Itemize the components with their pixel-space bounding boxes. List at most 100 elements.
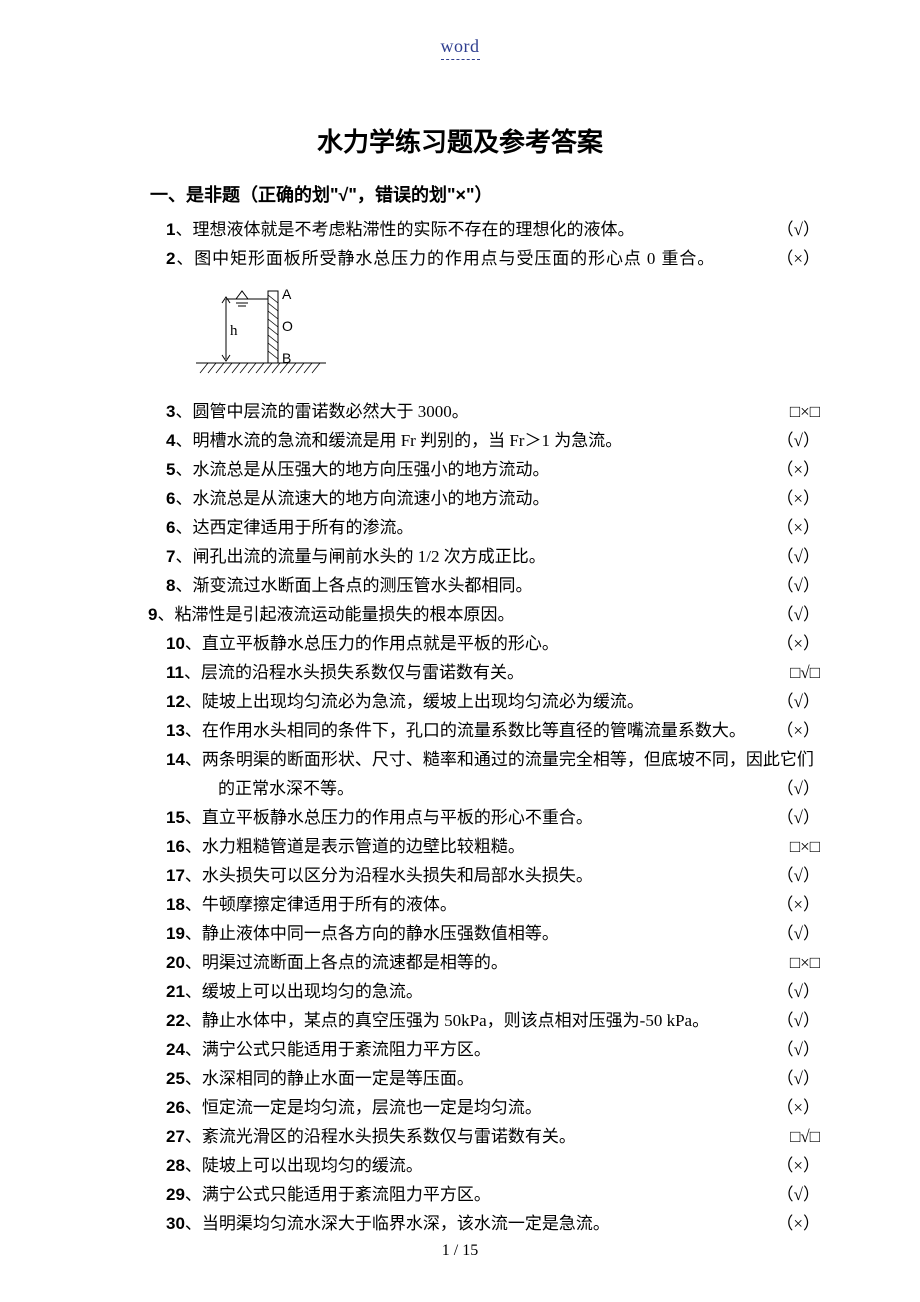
question-body: 直立平板静水总压力的作用点就是平板的形心。: [202, 634, 559, 653]
answer-mark: （×）: [756, 1210, 820, 1237]
question-body: 紊流光滑区的沿程水头损失系数仅与雷诺数有关。: [202, 1127, 576, 1146]
question-row: 18、牛顿摩擦定律适用于所有的液体。 （×）: [166, 890, 820, 919]
answer-mark: （×）: [756, 630, 820, 657]
question-body: 圆管中层流的雷诺数必然大于 3000。: [192, 402, 468, 421]
question-body: 陡坡上可以出现均匀的缓流。: [202, 1156, 423, 1175]
question-text: 6、水流总是从流速大的地方向流速小的地方流动。: [166, 485, 756, 512]
question-body: 静止液体中同一点各方向的静水压强数值相等。: [202, 924, 559, 943]
question-row: 22、静止水体中，某点的真空压强为 50kPa，则该点相对压强为-50 kPa。…: [166, 1006, 820, 1035]
answer-mark: □√□: [770, 1123, 820, 1150]
question-row: 27、紊流光滑区的沿程水头损失系数仅与雷诺数有关。 □√□: [166, 1122, 820, 1151]
question-body: 水头损失可以区分为沿程水头损失和局部水头损失。: [202, 866, 593, 885]
answer-mark: （√）: [757, 775, 820, 802]
question-text: 8、渐变流过水断面上各点的测压管水头都相同。: [166, 572, 757, 599]
question-number: 30: [166, 1214, 185, 1233]
question-text: 30、当明渠均匀流水深大于临界水深，该水流一定是急流。: [166, 1210, 756, 1237]
question-row: 13、在作用水头相同的条件下，孔口的流量系数比等直径的管嘴流量系数大。 （×）: [166, 716, 820, 745]
question-row: 10、直立平板静水总压力的作用点就是平板的形心。 （×）: [166, 629, 820, 658]
question-row: 20、明渠过流断面上各点的流速都是相等的。 □×□: [166, 948, 820, 977]
question-number: 17: [166, 866, 185, 885]
answer-mark: （√）: [757, 862, 820, 889]
diagram-label-h: h: [230, 323, 238, 339]
diagram-figure: h A O B: [166, 273, 820, 397]
question-body: 明槽水流的急流和缓流是用 Fr 判别的，当 Fr＞1 为急流。: [192, 431, 622, 450]
question-number: 21: [166, 982, 185, 1001]
diagram-label-A: A: [282, 286, 292, 302]
question-number: 28: [166, 1156, 185, 1175]
question-body: 恒定流一定是均匀流，层流也一定是均匀流。: [202, 1098, 542, 1117]
header: word: [100, 36, 820, 60]
answer-mark: （√）: [757, 543, 820, 570]
question-text: 29、满宁公式只能适用于紊流阻力平方区。: [166, 1181, 757, 1208]
question-row: 9、粘滞性是引起液流运动能量损失的根本原因。 （√）: [148, 600, 820, 629]
question-row: 8、渐变流过水断面上各点的测压管水头都相同。 （√）: [166, 571, 820, 600]
question-row: 2、图中矩形面板所受静水总压力的作用点与受压面的形心点 0 重合。 （×）: [166, 244, 820, 273]
question-row: 11、层流的沿程水头损失系数仅与雷诺数有关。 □√□: [166, 658, 820, 687]
answer-mark: （×）: [756, 1152, 820, 1179]
question-number: 18: [166, 895, 185, 914]
question-text: 25、水深相同的静止水面一定是等压面。: [166, 1065, 757, 1092]
answer-mark: （√）: [757, 572, 820, 599]
question-text: 4、明槽水流的急流和缓流是用 Fr 判别的，当 Fr＞1 为急流。: [166, 427, 757, 454]
answer-mark: （√）: [757, 1036, 820, 1063]
question-body: 水流总是从流速大的地方向流速小的地方流动。: [192, 489, 549, 508]
question-number: 29: [166, 1185, 185, 1204]
answer-mark: （×）: [756, 456, 820, 483]
question-body: 静止水体中，某点的真空压强为 50kPa，则该点相对压强为-50 kPa。: [202, 1011, 709, 1030]
question-text: 22、静止水体中，某点的真空压强为 50kPa，则该点相对压强为-50 kPa。: [166, 1007, 757, 1034]
question-row: 26、恒定流一定是均匀流，层流也一定是均匀流。 （×）: [166, 1093, 820, 1122]
answer-mark: （√）: [757, 978, 820, 1005]
question-row: 5、水流总是从压强大的地方向压强小的地方流动。 （×）: [166, 455, 820, 484]
answer-mark: （×）: [756, 1094, 820, 1121]
question-number: 15: [166, 808, 185, 827]
document-page: word 水力学练习题及参考答案 一、是非题（正确的划"√"，错误的划"×"） …: [0, 0, 920, 1302]
answer-mark: □×□: [770, 949, 820, 976]
question-body: 当明渠均匀流水深大于临界水深，该水流一定是急流。: [202, 1214, 610, 1233]
question-text: 7、闸孔出流的流量与闸前水头的 1/2 次方成正比。: [166, 543, 757, 570]
question-text: 9、粘滞性是引起液流运动能量损失的根本原因。: [148, 601, 757, 628]
answer-mark: （√）: [757, 1181, 820, 1208]
question-number: 14: [166, 750, 185, 769]
question-row: 15、直立平板静水总压力的作用点与平板的形心不重合。 （√）: [166, 803, 820, 832]
section-heading: 一、是非题（正确的划"√"，错误的划"×"）: [100, 181, 820, 207]
question-row: 4、明槽水流的急流和缓流是用 Fr 判别的，当 Fr＞1 为急流。 （√）: [166, 426, 820, 455]
answer-mark: （×）: [756, 514, 820, 541]
question-row: 29、满宁公式只能适用于紊流阻力平方区。 （√）: [166, 1180, 820, 1209]
question-row: 17、水头损失可以区分为沿程水头损失和局部水头损失。 （√）: [166, 861, 820, 890]
question-body: 粘滞性是引起液流运动能量损失的根本原因。: [174, 605, 514, 624]
question-number: 16: [166, 837, 185, 856]
question-body: 闸孔出流的流量与闸前水头的 1/2 次方成正比。: [192, 547, 545, 566]
answer-mark: （√）: [757, 601, 820, 628]
question-text: 19、静止液体中同一点各方向的静水压强数值相等。: [166, 920, 757, 947]
question-text: 14、两条明渠的断面形状、尺寸、糙率和通过的流量完全相等，但底坡不同，因此它们: [166, 746, 820, 773]
answer-mark: （√）: [757, 1007, 820, 1034]
question-number: 10: [166, 634, 185, 653]
question-text: 15、直立平板静水总压力的作用点与平板的形心不重合。: [166, 804, 757, 831]
question-body: 缓坡上可以出现均匀的急流。: [202, 982, 423, 1001]
answer-mark: □×□: [770, 833, 820, 860]
answer-mark: （√）: [757, 1065, 820, 1092]
question-text: 16、水力粗糙管道是表示管道的边壁比较粗糙。: [166, 833, 770, 860]
question-number: 25: [166, 1069, 185, 1088]
page-title: 水力学练习题及参考答案: [100, 122, 820, 159]
question-body: 陡坡上出现均匀流必为急流，缓坡上出现均匀流必为缓流。: [202, 692, 644, 711]
question-body: 水流总是从压强大的地方向压强小的地方流动。: [192, 460, 549, 479]
question-text: 26、恒定流一定是均匀流，层流也一定是均匀流。: [166, 1094, 756, 1121]
answer-mark: （√）: [757, 804, 820, 831]
question-text: 24、满宁公式只能适用于紊流阻力平方区。: [166, 1036, 757, 1063]
question-text: 20、明渠过流断面上各点的流速都是相等的。: [166, 949, 770, 976]
header-word-label: word: [441, 36, 480, 60]
question-body: 两条明渠的断面形状、尺寸、糙率和通过的流量完全相等，但底坡不同，因此它们: [202, 750, 814, 769]
question-list: 1、理想液体就是不考虑粘滞性的实际不存在的理想化的液体。 （√） 2、图中矩形面…: [100, 215, 820, 1238]
question-number: 2: [166, 249, 176, 268]
question-row: 14、两条明渠的断面形状、尺寸、糙率和通过的流量完全相等，但底坡不同，因此它们: [166, 745, 820, 774]
question-body: 层流的沿程水头损失系数仅与雷诺数有关。: [201, 663, 524, 682]
diagram-label-O: O: [282, 318, 293, 334]
answer-mark: （×）: [756, 891, 820, 918]
question-body: 理想液体就是不考虑粘滞性的实际不存在的理想化的液体。: [192, 220, 634, 239]
question-text: 18、牛顿摩擦定律适用于所有的液体。: [166, 891, 756, 918]
answer-mark: （×）: [772, 245, 820, 272]
question-number: 27: [166, 1127, 185, 1146]
pressure-diagram-svg: h A O B: [196, 281, 356, 381]
question-body: 满宁公式只能适用于紊流阻力平方区。: [202, 1185, 491, 1204]
